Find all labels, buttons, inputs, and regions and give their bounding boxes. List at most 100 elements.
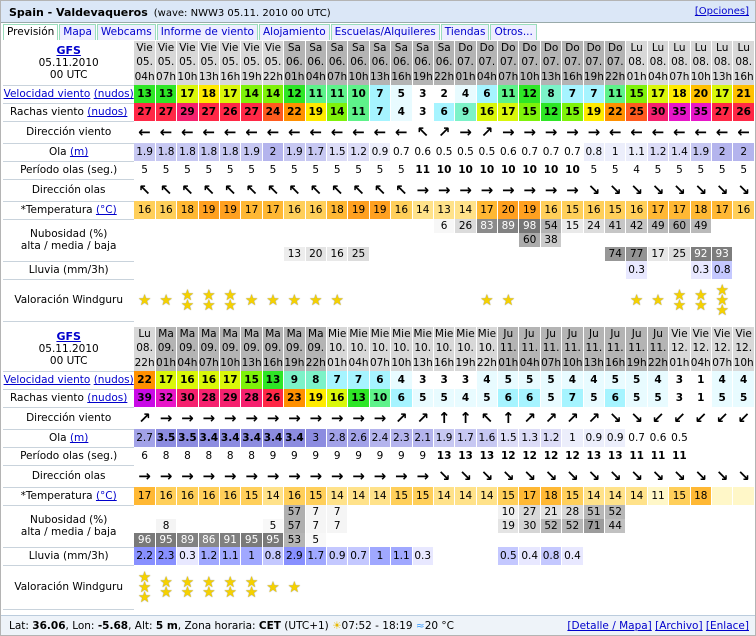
hour-cell: 07h: [540, 356, 563, 371]
wind-speed-cell: 4: [732, 371, 755, 389]
tab-tiendas[interactable]: Tiendas: [440, 24, 490, 40]
wind-arrow-icon: ←: [395, 122, 408, 141]
rating-cell: ★ ★ ★: [711, 279, 734, 321]
date-cell: 05.: [262, 55, 285, 71]
wave-units-link[interactable]: (m): [70, 146, 88, 158]
wave-direction-cell: ↖: [283, 179, 306, 201]
rating-cell: [625, 565, 648, 609]
wave-direction-cell: ↘: [604, 179, 627, 201]
cloud-cover-cell: [561, 247, 584, 261]
wind-speed-link[interactable]: Velocidad viento: [4, 88, 91, 100]
gust-cell: 4: [454, 389, 477, 407]
star-icon: ★: [266, 578, 280, 596]
model-link[interactable]: GFS: [3, 44, 134, 57]
tab-informe-de-viento[interactable]: Informe de viento: [156, 24, 258, 40]
rating-label-text: Valoración Windguru: [14, 294, 124, 306]
gust-cell: 10: [369, 389, 392, 407]
wind-units-link[interactable]: (nudos): [94, 88, 134, 100]
cloud-cover-cell: 83: [476, 219, 499, 233]
wave-height-cell: 1.8: [198, 143, 221, 161]
wave-period-cell: 5: [262, 161, 285, 179]
wind-arrow-icon: ↘: [608, 408, 622, 427]
rating-cell: [583, 565, 606, 609]
wind-speed-link[interactable]: Velocidad viento: [4, 374, 91, 386]
wind-direction-cell: ←: [219, 121, 242, 143]
cloud-cover-cell: [176, 505, 199, 519]
cloud-cover-cell: [326, 533, 349, 547]
tab-escuelas-alquileres[interactable]: Escuelas/Alquileres: [330, 24, 440, 40]
gust-units-link[interactable]: (nudos): [87, 392, 127, 404]
cloud-cover-cell: [454, 533, 477, 547]
options-link[interactable]: [Opciones]: [695, 6, 749, 17]
wind-arrow-icon: →: [459, 122, 472, 141]
cloud-cover-cell: 49: [690, 219, 713, 233]
star-icon: ★: [180, 296, 195, 314]
cloud-cover-cell: [347, 233, 370, 247]
wind-direction-cell: →: [540, 121, 563, 143]
rating-cell: ★ ★ ★: [134, 565, 156, 609]
wind-speed-cell: 17: [647, 85, 670, 103]
cloud-cover-cell: 53: [283, 533, 306, 547]
gust-cell: 25: [625, 103, 648, 121]
wind-speed-label: Velocidad viento (nudos): [3, 85, 135, 104]
day-cell: Do: [540, 41, 563, 56]
wave-period-cell: 5: [732, 161, 755, 179]
tab-otros-[interactable]: Otros...: [490, 24, 537, 40]
gust-units-link[interactable]: (nudos): [87, 106, 127, 118]
detail-map-link[interactable]: [Detalle / Mapa]: [567, 620, 651, 632]
rating-cell: [369, 279, 392, 321]
rain-cell: 1.2: [198, 547, 221, 565]
temp-units-link[interactable]: (°C): [96, 204, 117, 216]
wind-arrow-icon: ←: [202, 122, 216, 141]
archive-link[interactable]: [Archivo]: [655, 620, 702, 632]
wind-speed-cell: 12: [518, 85, 541, 103]
wind-direction-cell: ↗: [476, 121, 499, 143]
cloud-cover-cell: 74: [604, 247, 627, 261]
rain-cell: 0.4: [561, 547, 584, 565]
wave-direction-cell: ↘: [668, 179, 691, 201]
wind-speed-cell: 4: [476, 371, 499, 389]
tab-alojamiento[interactable]: Alojamiento: [258, 24, 330, 40]
temperature-cell: 16: [134, 201, 156, 219]
cloud-cover-cell: 95: [155, 533, 178, 547]
sun-icon: ☀: [332, 620, 342, 632]
temp-units-link[interactable]: (°C): [96, 490, 117, 502]
cloud-cover-cell: [134, 519, 156, 533]
tab-webcams[interactable]: Webcams: [96, 24, 156, 40]
rating-cell: ★: [240, 279, 263, 321]
day-cell: Sa: [305, 41, 327, 56]
tab-mapa[interactable]: Mapa: [59, 24, 96, 40]
rating-cell: [732, 279, 755, 321]
wave-direction-cell: ↘: [625, 465, 648, 487]
date-cell: 08.: [647, 55, 670, 71]
temp-label: *Temperatura (°C): [3, 487, 135, 506]
wind-arrow-icon: ↗: [523, 408, 536, 427]
cloud-cover-cell: 89: [176, 533, 199, 547]
rating-cell: [454, 279, 477, 321]
rating-cell: ★: [283, 565, 306, 609]
date-cell: 10.: [390, 341, 413, 357]
permalink-link[interactable]: [Enlace]: [706, 620, 749, 632]
wave-height-cell: 2: [732, 143, 755, 161]
date-cell: 06.: [412, 55, 434, 71]
wind-arrow-icon: ←: [181, 122, 194, 141]
wave-height-cell: 0.9: [604, 429, 627, 447]
wind-speed-cell: 17: [219, 85, 242, 103]
temperature-cell: 14: [625, 487, 648, 505]
tab-previsi-n[interactable]: Previsión: [3, 24, 59, 40]
gust-cell: 5: [583, 389, 606, 407]
gust-cell: 5: [732, 389, 755, 407]
cloud-cover-cell: [219, 233, 242, 247]
temperature-cell: 14: [433, 487, 456, 505]
gust-cell: 16: [326, 389, 349, 407]
rain-cell: 0.7: [347, 547, 370, 565]
rain-cell: [476, 261, 499, 279]
model-link[interactable]: GFS: [3, 330, 134, 343]
day-cell: Sa: [390, 41, 413, 56]
wind-direction-cell: ↗: [561, 407, 584, 429]
temperature-cell: 17: [518, 487, 541, 505]
date-cell: 11.: [625, 341, 648, 357]
wave-units-link[interactable]: (m): [70, 432, 88, 444]
wind-units-link[interactable]: (nudos): [94, 374, 134, 386]
star-icon: ★: [330, 291, 344, 309]
